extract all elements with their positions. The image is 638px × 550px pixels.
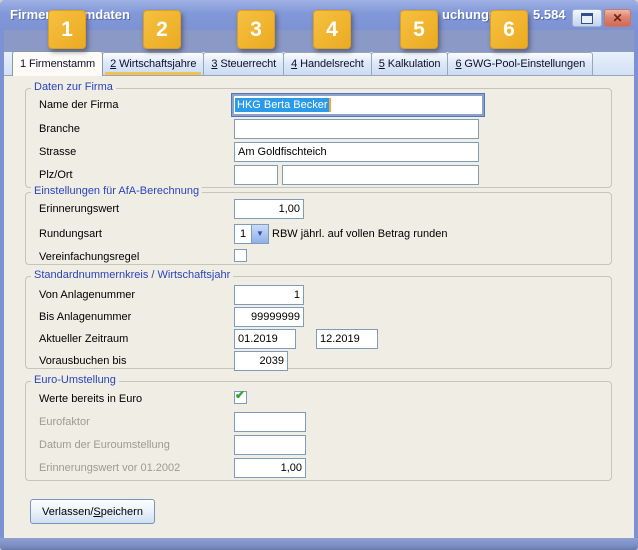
group-daten-zur-firma-caption: Daten zur Firma [31,81,116,93]
close-icon: ✕ [612,12,622,24]
overlay-marker-5: 5 [400,10,438,49]
zeitraum-von-input[interactable] [234,329,296,349]
strasse-label: Strasse [39,142,76,162]
window-title-right-fragment: uchungs [442,7,496,22]
erinnerungswert-label: Erinnerungswert [39,199,119,219]
von-anlagenummer-input[interactable] [234,285,304,305]
overlay-marker-3: 3 [237,10,275,49]
rundungsart-combobox[interactable]: 1 ▼ [234,224,269,244]
group-afa-berechnung: Einstellungen für AfA-Berechnung Erinner… [25,192,612,265]
datum-euroumstellung-input[interactable] [234,435,306,455]
eurofaktor-label: Eurofaktor [39,412,90,432]
verlassen-speichern-button[interactable]: Verlassen/Speichern [30,499,155,524]
group-afa-caption: Einstellungen für AfA-Berechnung [31,185,202,197]
close-button[interactable]: ✕ [604,9,631,27]
bis-anlagenummer-input[interactable] [234,307,304,327]
rundungsart-dropdown-button[interactable]: ▼ [252,224,269,244]
save-button-text: Verlassen/ [42,506,93,518]
von-anlagenummer-label: Von Anlagenummer [39,285,135,305]
plz-ort-label: Plz/Ort [39,165,73,185]
bis-anlagenummer-label: Bis Anlagenummer [39,307,131,327]
group-standardnummernkreis: Standardnummernkreis / Wirtschaftsjahr V… [25,276,612,369]
rundungsart-value: 1 [234,224,252,244]
erinnerungswert-vor-2002-input[interactable] [234,458,306,478]
overlay-marker-1: 1 [48,10,86,49]
zeitraum-bis-input[interactable] [316,329,378,349]
aktueller-zeitraum-label: Aktueller Zeitraum [39,329,128,349]
branche-label: Branche [39,119,80,139]
group-standardnummernkreis-caption: Standardnummernkreis / Wirtschaftsjahr [31,269,233,281]
eurofaktor-input[interactable] [234,412,306,432]
app-version: 5.584 [533,7,566,22]
ort-input[interactable] [282,165,479,185]
datum-euroumstellung-label: Datum der Euroumstellung [39,435,170,455]
vorausbuchen-bis-label: Vorausbuchen bis [39,351,126,371]
vereinfachungsregel-label: Vereinfachungsregel [39,247,139,267]
branche-input[interactable] [234,119,479,139]
strasse-input[interactable] [234,142,479,162]
firmenstammdaten-window: Firmenstammdaten uchungs 5.584 ✕ 1 Firme… [0,0,638,550]
group-euro-caption: Euro-Umstellung [31,374,119,386]
check-icon: ✔ [235,389,245,401]
rundungsart-description: RBW jährl. auf vollen Betrag runden [272,224,447,244]
rundungsart-label: Rundungsart [39,224,102,244]
group-euro-umstellung: Euro-Umstellung Werte bereits in Euro ✔ … [25,381,612,481]
werte-bereits-in-euro-checkbox[interactable]: ✔ [234,391,247,404]
save-button-accel: S [93,506,100,518]
werte-bereits-in-euro-label: Werte bereits in Euro [39,389,142,409]
tab-wirtschaftsjahre[interactable]: 2 Wirtschaftsjahre [102,52,204,75]
plz-input[interactable] [234,165,278,185]
chevron-down-icon: ▼ [256,230,264,238]
erinnerungswert-input[interactable] [234,199,304,219]
tab-gwg-pool-einstellungen[interactable]: 6 GWG-Pool-Einstellungen [447,52,593,75]
erinnerungswert-vor-2002-label: Erinnerungswert vor 01.2002 [39,458,180,478]
tab-firmenstamm-label: 1 Firmenstamm [20,58,95,70]
name-der-firma-selected-text: HKG Berta Becker [235,98,329,112]
tab-handelsrecht-label: Handelsrecht [297,58,364,70]
tab-gwg-label: GWG-Pool-Einstellungen [461,58,585,70]
tab-firmenstamm[interactable]: 1 Firmenstamm [12,51,103,76]
overlay-marker-4: 4 [313,10,351,49]
text-caret [329,98,331,112]
save-button-text-rest: peichern [101,506,143,518]
tab-steuerrecht[interactable]: 3 Steuerrecht [203,52,284,75]
overlay-marker-6: 6 [490,10,528,49]
tab-bar: 1 Firmenstamm 2 Wirtschaftsjahre 3 Steue… [4,52,634,76]
tab-kalkulation[interactable]: 5 Kalkulation [371,52,449,75]
tab-hover-highlight [105,72,201,75]
vereinfachungsregel-checkbox[interactable] [234,249,247,262]
tab-wirtschaftsjahre-label: Wirtschaftsjahre [116,58,196,70]
overlay-marker-2: 2 [143,10,181,49]
window-bottom-border [0,538,638,550]
group-daten-zur-firma: Daten zur Firma Name der Firma HKG Berta… [25,88,612,188]
vorausbuchen-bis-input[interactable] [234,351,288,371]
name-der-firma-label: Name der Firma [39,95,118,115]
name-der-firma-input[interactable]: HKG Berta Becker [232,94,484,116]
restore-icon [581,13,593,24]
tab-steuerrecht-label: Steuerrecht [217,58,276,70]
restore-button[interactable] [572,9,602,27]
tab-handelsrecht[interactable]: 4 Handelsrecht [283,52,372,75]
tab-kalkulation-label: Kalkulation [385,58,441,70]
